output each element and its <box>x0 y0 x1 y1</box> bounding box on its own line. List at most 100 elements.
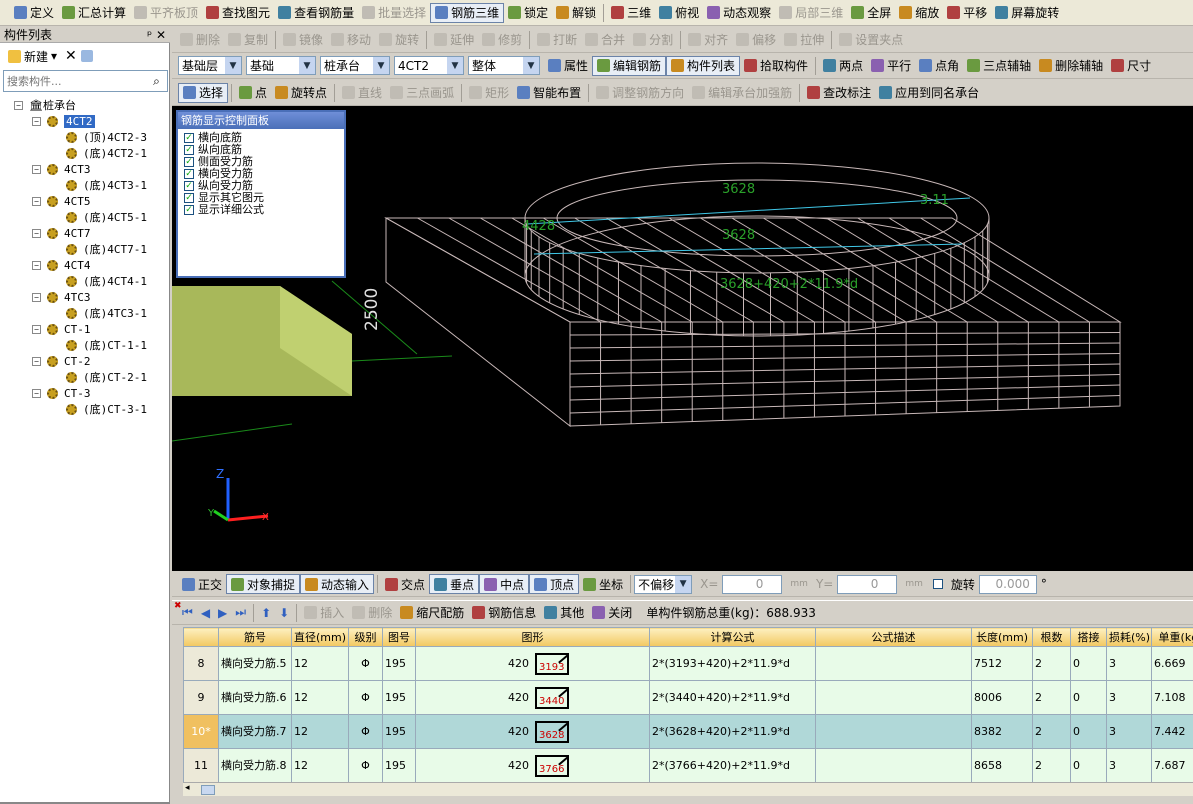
grid-action-button[interactable]: 缩尺配筋 <box>396 603 468 623</box>
table-cell[interactable]: 8006 <box>971 680 1033 715</box>
checkbox[interactable]: ✓ <box>184 181 194 191</box>
scroll-thumb[interactable] <box>201 785 215 795</box>
tree-group[interactable]: − 4TC3 <box>32 289 91 305</box>
table-cell[interactable]: 0 <box>1070 680 1107 715</box>
collapse-icon[interactable]: − <box>32 196 41 206</box>
define-button[interactable]: 定义 <box>10 3 58 23</box>
tree-leaf[interactable]: (底)4CT3-1 <box>66 177 147 193</box>
table-cell[interactable]: 420 3766 <box>415 748 650 783</box>
rotate-button[interactable]: 旋转 <box>375 30 423 50</box>
checkbox[interactable]: ✓ <box>184 133 194 143</box>
table-cell[interactable]: 12 <box>291 748 349 783</box>
x-input[interactable]: 0 <box>722 574 783 594</box>
vertex-button[interactable]: 顶点 <box>529 574 580 594</box>
delete-axis-button[interactable]: 删除辅轴 <box>1035 56 1107 76</box>
extend-button[interactable]: 延伸 <box>430 30 478 50</box>
coordinate-button[interactable]: 坐标 <box>579 574 627 594</box>
table-cell[interactable]: 2 <box>1032 714 1071 749</box>
grid-action-button[interactable]: 其他 <box>540 603 588 623</box>
grid-action-button[interactable]: 删除 <box>348 603 396 623</box>
copy-button[interactable]: 复制 <box>224 30 272 50</box>
tree-leaf[interactable]: (底)4CT5-1 <box>66 209 147 225</box>
table-cell[interactable]: 2*(3628+420)+2*11.9*d <box>649 714 816 749</box>
unlock-button[interactable]: 解锁 <box>552 3 600 23</box>
collapse-icon[interactable]: − <box>32 292 41 302</box>
checkbox[interactable]: ✓ <box>184 169 194 179</box>
adjust-direction-button[interactable]: 调整钢筋方向 <box>592 83 688 103</box>
table-cell[interactable]: 3 <box>1106 748 1152 783</box>
table-cell[interactable] <box>815 748 972 783</box>
orbit-button[interactable]: 动态观察 <box>703 3 775 23</box>
collapse-icon[interactable]: − <box>32 356 41 366</box>
table-cell[interactable]: 0 <box>1070 748 1107 783</box>
layer-select[interactable]: 基础层 ▼ <box>178 56 242 75</box>
table-cell[interactable]: 横向受力筋.5 <box>218 646 292 681</box>
align-top-button[interactable]: 平齐板顶 <box>130 3 202 23</box>
find-button[interactable]: 查找图元 <box>202 3 274 23</box>
properties-button[interactable]: 属性 <box>544 56 592 76</box>
tree-leaf[interactable]: (底)CT-1-1 <box>66 337 147 353</box>
close-icon[interactable]: ✕ <box>156 28 166 42</box>
table-cell[interactable]: 横向受力筋.7 <box>218 714 292 749</box>
scroll-left-icon[interactable]: ◂ <box>185 783 190 793</box>
component-list-button[interactable]: 构件列表 <box>666 55 741 76</box>
snap-button[interactable]: 对象捕捉 <box>226 574 301 594</box>
table-cell[interactable]: Φ <box>348 748 383 783</box>
rotate-checkbox[interactable] <box>932 579 943 589</box>
tree-leaf[interactable]: (底)CT-2-1 <box>66 369 147 385</box>
cursor-button[interactable]: 选择 <box>178 82 229 103</box>
tree-leaf[interactable]: (底)4CT2-1 <box>66 145 147 161</box>
grid-action-button[interactable]: 钢筋信息 <box>468 603 540 623</box>
checkbox[interactable]: ✓ <box>184 157 194 167</box>
collapse-icon[interactable]: − <box>32 228 41 238</box>
type-select[interactable]: 桩承台 ▼ <box>320 56 390 75</box>
fullscreen-button[interactable]: 全屏 <box>847 3 895 23</box>
column-header[interactable]: 图形 <box>415 627 650 647</box>
table-cell[interactable]: 195 <box>382 714 416 749</box>
table-cell[interactable]: 3 <box>1106 714 1152 749</box>
column-header[interactable]: 单重(kg) <box>1151 627 1193 647</box>
merge-button[interactable]: 合并 <box>581 30 629 50</box>
tree-group[interactable]: − 4CT3 <box>32 161 91 177</box>
table-cell[interactable]: 横向受力筋.6 <box>218 680 292 715</box>
apply-same-button[interactable]: 应用到同名承台 <box>875 83 983 103</box>
break-button[interactable]: 打断 <box>533 30 581 50</box>
table-cell[interactable]: 420 3440 <box>415 680 650 715</box>
midpoint-button[interactable]: 中点 <box>479 574 530 594</box>
new-button[interactable]: 新建 ▾ <box>4 46 61 66</box>
column-header[interactable]: 级别 <box>348 627 383 647</box>
collapse-icon[interactable]: − <box>32 260 41 270</box>
table-cell[interactable]: 8 <box>183 646 219 681</box>
pin-icon[interactable]: ᵖ <box>147 28 152 42</box>
table-cell[interactable]: 7512 <box>971 646 1033 681</box>
stretch-button[interactable]: 拉伸 <box>780 30 828 50</box>
table-cell[interactable]: 2 <box>1032 748 1071 783</box>
move-up-icon[interactable]: ⬆ <box>257 603 275 623</box>
lock-button[interactable]: 锁定 <box>504 3 552 23</box>
column-header[interactable]: 筋号 <box>218 627 292 647</box>
column-header[interactable]: 计算公式 <box>649 627 816 647</box>
table-cell[interactable]: Φ <box>348 714 383 749</box>
prev-page-icon[interactable]: ◀ <box>197 603 214 623</box>
search-icon[interactable]: ⌕ <box>146 71 167 91</box>
offset-select[interactable]: 不偏移 ▼ <box>634 574 693 594</box>
table-cell[interactable]: 195 <box>382 680 416 715</box>
table-cell[interactable]: 11 <box>183 748 219 783</box>
move-down-icon[interactable]: ⬇ <box>275 603 293 623</box>
table-cell[interactable]: 195 <box>382 748 416 783</box>
table-cell[interactable]: 8658 <box>971 748 1033 783</box>
tree-group[interactable]: − CT-1 <box>32 321 91 337</box>
intersection-button[interactable]: 交点 <box>381 574 429 594</box>
rebar-view-button[interactable]: 查看钢筋量 <box>274 3 358 23</box>
rebar-3d-button[interactable]: 钢筋三维 <box>430 2 505 23</box>
collapse-icon[interactable]: − <box>14 100 23 110</box>
tree-leaf[interactable]: (底)4CT7-1 <box>66 241 147 257</box>
move-button[interactable]: 移动 <box>327 30 375 50</box>
grip-button[interactable]: 设置夹点 <box>835 30 907 50</box>
collapse-icon[interactable]: − <box>32 164 41 174</box>
table-cell[interactable]: 2*(3766+420)+2*11.9*d <box>649 748 816 783</box>
table-cell[interactable]: 7.442 <box>1151 714 1193 749</box>
table-cell[interactable]: Φ <box>348 680 383 715</box>
column-header[interactable]: 公式描述 <box>815 627 972 647</box>
edit-annotation-button[interactable]: 查改标注 <box>803 83 875 103</box>
